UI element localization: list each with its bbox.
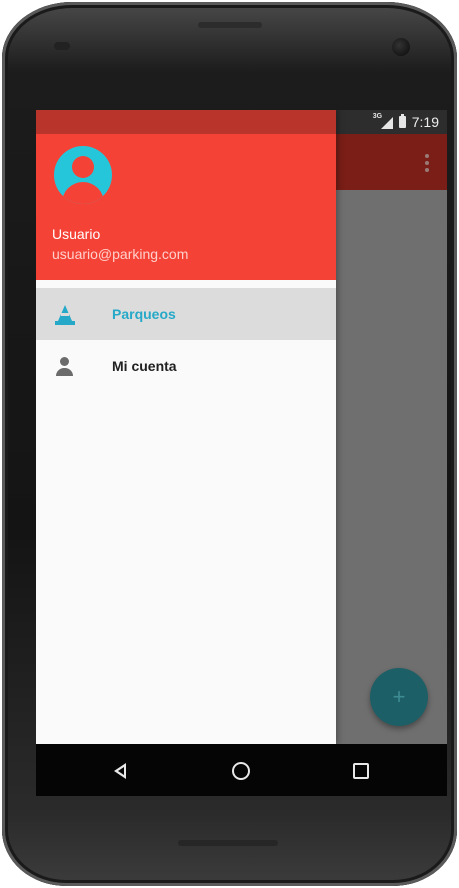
avatar-icon[interactable] xyxy=(54,146,112,204)
add-fab-button[interactable]: + xyxy=(370,668,428,726)
drawer-item-label: Mi cuenta xyxy=(112,358,177,374)
front-camera xyxy=(392,38,410,56)
drawer-item-label: Parqueos xyxy=(112,306,176,322)
person-icon xyxy=(54,355,76,377)
back-icon[interactable] xyxy=(110,758,136,784)
bottom-speaker xyxy=(178,840,278,846)
drawer-item-mi-cuenta[interactable]: Mi cuenta xyxy=(36,340,336,392)
plus-icon: + xyxy=(392,684,406,709)
traffic-cone-icon xyxy=(54,303,76,325)
drawer-item-parqueos[interactable]: Parqueos xyxy=(36,288,336,340)
user-name: Usuario xyxy=(52,226,101,242)
navigation-bar xyxy=(36,744,447,796)
screen: 3G 7:19 + Usuario usuario@parking.com Pa… xyxy=(36,110,447,796)
navigation-drawer: Usuario usuario@parking.com Parqueos Mi … xyxy=(36,110,336,744)
overflow-menu-icon[interactable] xyxy=(425,154,429,172)
user-email: usuario@parking.com xyxy=(52,246,189,262)
clock: 7:19 xyxy=(411,114,439,130)
signal-icon: 3G xyxy=(373,113,393,129)
home-icon[interactable] xyxy=(228,758,254,784)
drawer-header: Usuario usuario@parking.com xyxy=(36,110,336,280)
recent-apps-icon[interactable] xyxy=(348,758,374,784)
earpiece-speaker xyxy=(198,22,262,28)
drawer-status-area xyxy=(36,110,336,134)
phone-frame: 3G 7:19 + Usuario usuario@parking.com Pa… xyxy=(2,2,457,886)
battery-icon xyxy=(398,114,406,128)
proximity-sensor xyxy=(54,42,70,50)
status-icons: 3G 7:19 xyxy=(373,113,439,130)
